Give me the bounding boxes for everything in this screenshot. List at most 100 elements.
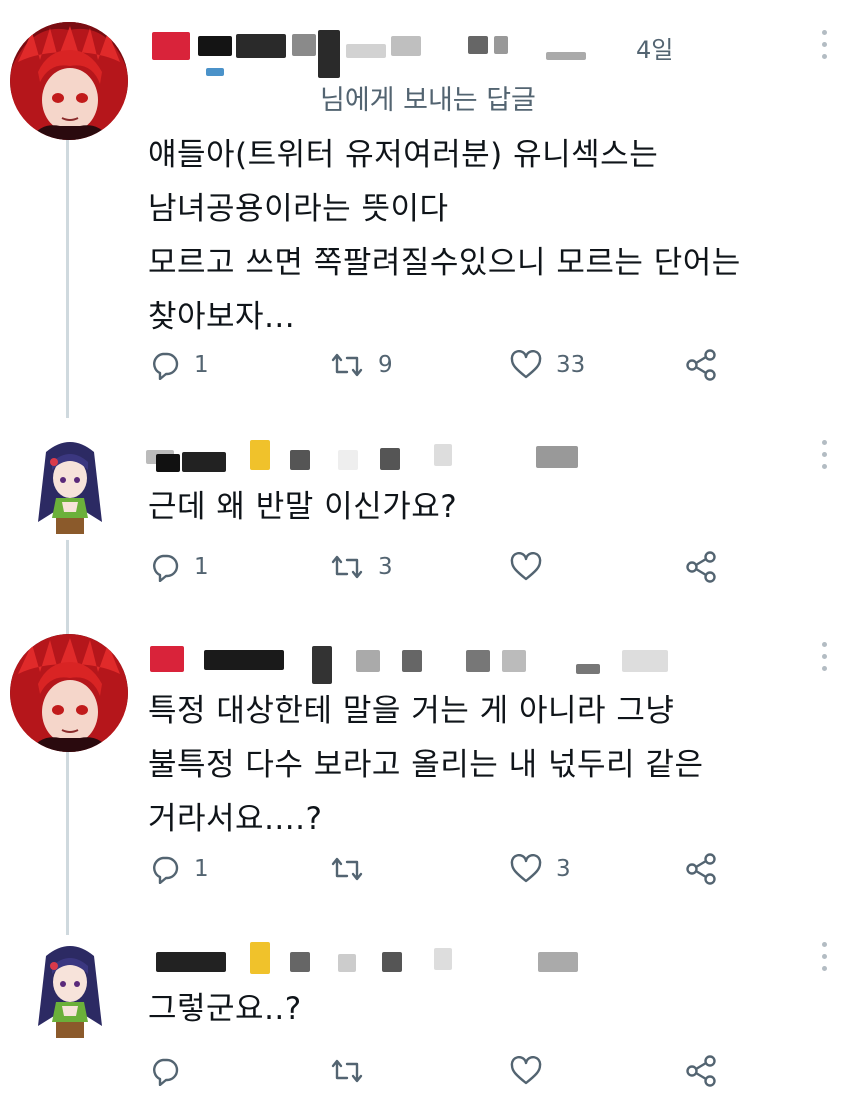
redacted-handle: [338, 450, 358, 470]
like-count: 3: [556, 856, 571, 882]
share-button[interactable]: [684, 348, 718, 382]
redacted-handle: [494, 36, 508, 54]
redacted-handle: [546, 52, 586, 60]
avatar-image: [10, 634, 128, 752]
avatar[interactable]: [16, 936, 124, 1044]
reply-button[interactable]: [150, 1054, 194, 1088]
avatar-image: [16, 432, 124, 540]
reply-count: 1: [194, 856, 209, 882]
redacted-name: [236, 34, 286, 58]
reply-icon: [153, 352, 179, 380]
reply-icon: [153, 856, 179, 884]
reply-count: 1: [194, 352, 209, 378]
tweet-2[interactable]: 근데 왜 반말 이신가요? 1 3: [0, 410, 850, 610]
retweet-icon: [331, 1059, 363, 1083]
retweet-button[interactable]: 9: [330, 348, 393, 382]
tweet-text: 얘들아(트위터 유저여러분) 유니섹스는 남녀공용이라는 뜻이다 모르고 쓰면 …: [148, 137, 741, 335]
reply-button[interactable]: 1: [150, 348, 209, 382]
like-button[interactable]: [510, 1054, 556, 1088]
retweet-button[interactable]: [330, 1054, 378, 1088]
avatar-image: [10, 22, 128, 140]
retweet-icon: [331, 857, 363, 881]
tweet-time[interactable]: 4일: [636, 30, 673, 65]
redacted-handle: [356, 650, 380, 672]
replying-to-label: 님에게 보내는 답글: [320, 85, 536, 116]
redacted-handle: [434, 948, 452, 970]
tweet-3[interactable]: 특정 대상한테 말을 거는 게 아니라 그냥 불특정 다수 보라고 올리는 내 …: [0, 612, 850, 912]
tweet-actions: 1 3: [150, 852, 750, 886]
redacted-handle: [576, 664, 600, 674]
share-button[interactable]: [684, 852, 718, 886]
tweet-1[interactable]: 4일 님에게 보내는 답글 얘들아(트위터 유저여러분) 유니섹스는 남녀공용이…: [0, 0, 850, 400]
avatar-image: [16, 936, 124, 1044]
avatar[interactable]: [10, 22, 128, 140]
like-button[interactable]: 33: [510, 348, 585, 382]
redacted-handle: [380, 448, 400, 470]
retweet-count: 9: [378, 352, 393, 378]
tweet-thread: 4일 님에게 보내는 답글 얘들아(트위터 유저여러분) 유니섹스는 남녀공용이…: [0, 0, 850, 1100]
heart-icon: [510, 854, 542, 883]
more-options-icon[interactable]: [820, 942, 828, 976]
redacted-name: [182, 452, 226, 472]
redacted-name: [198, 36, 232, 56]
redacted-handle: [468, 36, 488, 54]
redacted-handle: [318, 30, 340, 78]
redacted-badge: [250, 440, 270, 470]
redacted-handle: [391, 36, 421, 56]
reply-icon: [153, 1058, 179, 1086]
like-count: 33: [556, 352, 586, 378]
reply-button[interactable]: 1: [150, 852, 209, 886]
reply-button[interactable]: 1: [150, 550, 209, 584]
redacted-name: [312, 646, 332, 684]
tweet-header: 4일: [146, 30, 796, 78]
redacted-badge: [250, 942, 270, 974]
reply-icon: [153, 554, 179, 582]
redacted-handle: [338, 954, 356, 972]
redacted-handle: [346, 44, 386, 58]
redacted-handle: [290, 952, 310, 972]
redacted-handle: [402, 650, 422, 672]
retweet-button[interactable]: [330, 852, 378, 886]
redacted-name: [150, 646, 184, 672]
retweet-icon: [331, 353, 363, 377]
retweet-count: 3: [378, 554, 393, 580]
tweet-text: 근데 왜 반말 이신가요?: [148, 489, 458, 525]
more-options-icon[interactable]: [820, 440, 828, 474]
redacted-handle: [536, 446, 578, 468]
tweet-4[interactable]: 그렇군요..?: [0, 912, 850, 1100]
reply-count: 1: [194, 554, 209, 580]
tweet-actions: [150, 1054, 750, 1088]
tweet-header: [146, 440, 796, 480]
tweet-text: 그렇군요..?: [148, 991, 302, 1027]
redacted-handle: [538, 952, 578, 972]
share-icon: [686, 551, 716, 583]
like-button[interactable]: [510, 550, 556, 584]
redacted-handle: [434, 444, 452, 466]
tweet-actions: 1 9 33: [150, 348, 750, 382]
redacted-handle: [502, 650, 526, 672]
more-options-icon[interactable]: [820, 642, 828, 676]
retweet-button[interactable]: 3: [330, 550, 393, 584]
tweet-text: 특정 대상한테 말을 거는 게 아니라 그냥 불특정 다수 보라고 올리는 내 …: [148, 693, 704, 837]
share-button[interactable]: [684, 1054, 718, 1088]
share-icon: [686, 349, 716, 381]
tweet-header: [146, 942, 796, 982]
redacted-name: [156, 454, 180, 472]
redacted-name: [152, 32, 190, 60]
redacted-name: [292, 34, 316, 56]
heart-icon: [510, 552, 542, 581]
heart-icon: [510, 1056, 542, 1085]
tweet-header: [146, 642, 796, 684]
share-button[interactable]: [684, 550, 718, 584]
like-button[interactable]: 3: [510, 852, 571, 886]
heart-icon: [510, 350, 542, 379]
avatar[interactable]: [10, 634, 128, 752]
redacted-handle: [290, 450, 310, 470]
more-options-icon[interactable]: [820, 30, 828, 64]
redacted-handle: [466, 650, 490, 672]
redacted-handle: [382, 952, 402, 972]
redacted-handle: [206, 68, 224, 76]
avatar[interactable]: [16, 432, 124, 540]
retweet-icon: [331, 555, 363, 579]
redacted-name: [156, 952, 226, 972]
